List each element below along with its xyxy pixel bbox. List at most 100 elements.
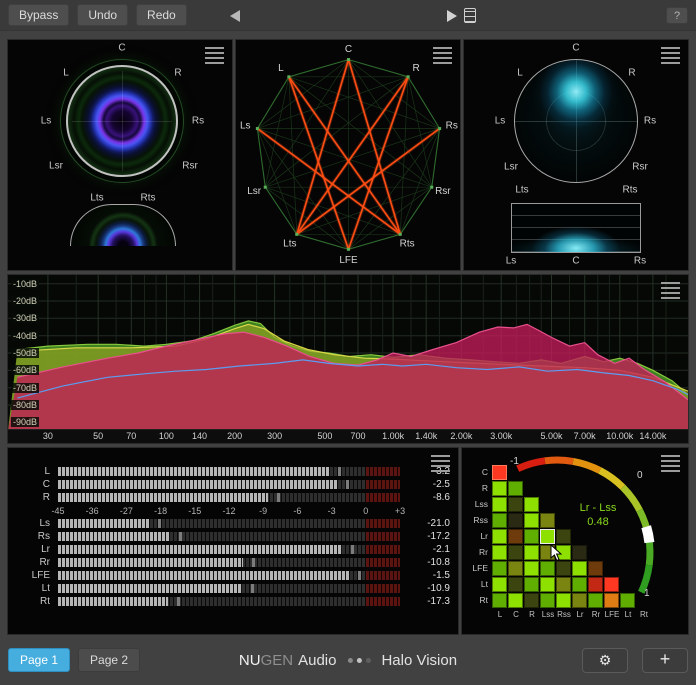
freq-axis-label: 700 <box>350 431 365 441</box>
matrix-cell-Lr-Lss[interactable] <box>540 529 555 544</box>
matrix-cell-Lt-Lss[interactable] <box>540 577 555 592</box>
matrix-row-label: Rt <box>466 595 492 605</box>
panel-menu-icon[interactable] <box>661 455 680 472</box>
matrix-cell-Lss-C[interactable] <box>508 497 523 512</box>
undo-button[interactable]: Undo <box>77 4 128 26</box>
matrix-cell-Rt-Rr[interactable] <box>588 593 603 608</box>
meter-scale-labels: -45-36-27-18-15-12-9-6-30+3 <box>58 505 400 517</box>
matrix-cell-Lss-L[interactable] <box>492 497 507 512</box>
selected-pair-value: 0.48 <box>558 516 638 528</box>
matrix-cell-LFE-Rss[interactable] <box>556 561 571 576</box>
matrix-cell-Lt-R[interactable] <box>524 577 539 592</box>
matrix-cell-Rss-Lss[interactable] <box>540 513 555 528</box>
panel-menu-icon[interactable] <box>661 47 680 64</box>
matrix-cell-LFE-Lr[interactable] <box>572 561 587 576</box>
matrix-cell-Lt-Lr[interactable] <box>572 577 587 592</box>
matrix-cell-Rss-R[interactable] <box>524 513 539 528</box>
matrix-cell-LFE-R[interactable] <box>524 561 539 576</box>
spectro-label-c: C <box>572 256 579 267</box>
matrix-cell-C-L[interactable] <box>492 465 507 480</box>
meter-scale-label: -6 <box>293 506 301 516</box>
polar-scope-panel: C L R Ls Rs Lsr Rsr Lts Rts Ls C Rs <box>463 39 689 271</box>
scope-crosshair-h <box>72 121 171 122</box>
matrix-cell-Lt-C[interactable] <box>508 577 523 592</box>
meter-fill <box>58 467 329 476</box>
page1-button[interactable]: Page 1 <box>8 648 70 672</box>
matrix-cell-Rt-Lt[interactable] <box>620 593 635 608</box>
matrix-cell-Lr-Rss[interactable] <box>556 529 571 544</box>
matrix-cell-Rr-Lr[interactable] <box>572 545 587 560</box>
rewind-icon[interactable] <box>230 10 240 22</box>
meter-scale-label: +3 <box>395 506 405 516</box>
freq-axis-label: 10.00k <box>606 431 633 441</box>
matrix-col-label: Rss <box>556 610 572 619</box>
channel-label-rsr: Rsr <box>632 162 648 173</box>
panel-menu-icon[interactable] <box>661 282 680 299</box>
matrix-cell-Rt-R[interactable] <box>524 593 539 608</box>
svg-text:C: C <box>345 44 352 55</box>
matrix-cell-Rt-C[interactable] <box>508 593 523 608</box>
meter-peak <box>251 584 254 593</box>
matrix-cell-R-C[interactable] <box>508 481 523 496</box>
panel-menu-icon[interactable] <box>433 47 452 64</box>
matrix-row-label: Rss <box>466 515 492 525</box>
matrix-row-label: LFE <box>466 563 492 573</box>
freq-axis-label: 30 <box>43 431 53 441</box>
spectro-label-ls: Ls <box>506 256 517 267</box>
channel-label-ls: Ls <box>41 116 52 127</box>
meter-value: -21.0 <box>406 518 450 529</box>
matrix-cell-Lr-L[interactable] <box>492 529 507 544</box>
meter-value: -8.6 <box>406 492 450 503</box>
matrix-cell-Rt-Rss[interactable] <box>556 593 571 608</box>
matrix-cell-Rss-L[interactable] <box>492 513 507 528</box>
matrix-cell-Lr-C[interactable] <box>508 529 523 544</box>
matrix-cell-Rr-L[interactable] <box>492 545 507 560</box>
redo-button[interactable]: Redo <box>136 4 187 26</box>
matrix-cell-Lt-Rr[interactable] <box>588 577 603 592</box>
channel-label-r: R <box>628 68 635 79</box>
gauge-max-label: 1 <box>644 588 650 599</box>
channel-label-rsr: Rsr <box>182 161 198 172</box>
settings-button[interactable]: ⚙ <box>582 648 628 673</box>
meter-fill <box>58 519 149 528</box>
meter-bar <box>58 493 400 502</box>
meter-bar <box>58 558 400 567</box>
freq-axis-label: 140 <box>192 431 207 441</box>
channel-label-lts: Lts <box>90 193 103 204</box>
meter-red-zone <box>366 519 400 528</box>
matrix-cell-Rt-Lr[interactable] <box>572 593 587 608</box>
matrix-cell-Lt-L[interactable] <box>492 577 507 592</box>
help-button[interactable]: ? <box>666 7 688 24</box>
freq-axis-label: 14.00k <box>639 431 666 441</box>
meter-row-Lt: Lt-10.9 <box>16 582 450 595</box>
freq-axis-label: 70 <box>126 431 136 441</box>
matrix-cell-Rr-R[interactable] <box>524 545 539 560</box>
svg-text:Ls: Ls <box>240 121 251 132</box>
page2-button[interactable]: Page 2 <box>78 648 140 672</box>
matrix-cell-LFE-Rr[interactable] <box>588 561 603 576</box>
svg-text:Rsr: Rsr <box>435 186 451 197</box>
panel-menu-icon[interactable] <box>431 455 450 472</box>
matrix-cell-Lss-R[interactable] <box>524 497 539 512</box>
surround-scope-panel: C L R Ls Rs Lsr Rsr Lts Rts <box>7 39 233 271</box>
matrix-cell-Rr-C[interactable] <box>508 545 523 560</box>
report-list-icon[interactable] <box>464 8 476 23</box>
play-icon[interactable] <box>447 10 457 22</box>
matrix-cell-LFE-Lss[interactable] <box>540 561 555 576</box>
gear-icon: ⚙ <box>599 653 612 667</box>
matrix-cell-Lt-LFE[interactable] <box>604 577 619 592</box>
panel-menu-icon[interactable] <box>205 47 224 64</box>
add-panel-button[interactable]: + <box>642 648 688 673</box>
matrix-cell-Rt-L[interactable] <box>492 593 507 608</box>
matrix-cell-Rss-C[interactable] <box>508 513 523 528</box>
matrix-cell-Rt-Lss[interactable] <box>540 593 555 608</box>
meter-red-zone <box>366 467 400 476</box>
matrix-cell-LFE-L[interactable] <box>492 561 507 576</box>
bypass-button[interactable]: Bypass <box>8 4 69 26</box>
matrix-col-label: R <box>524 610 540 619</box>
matrix-cell-Lr-R[interactable] <box>524 529 539 544</box>
matrix-cell-LFE-C[interactable] <box>508 561 523 576</box>
matrix-cell-Lt-Rss[interactable] <box>556 577 571 592</box>
matrix-cell-R-L[interactable] <box>492 481 507 496</box>
matrix-cell-Rt-LFE[interactable] <box>604 593 619 608</box>
